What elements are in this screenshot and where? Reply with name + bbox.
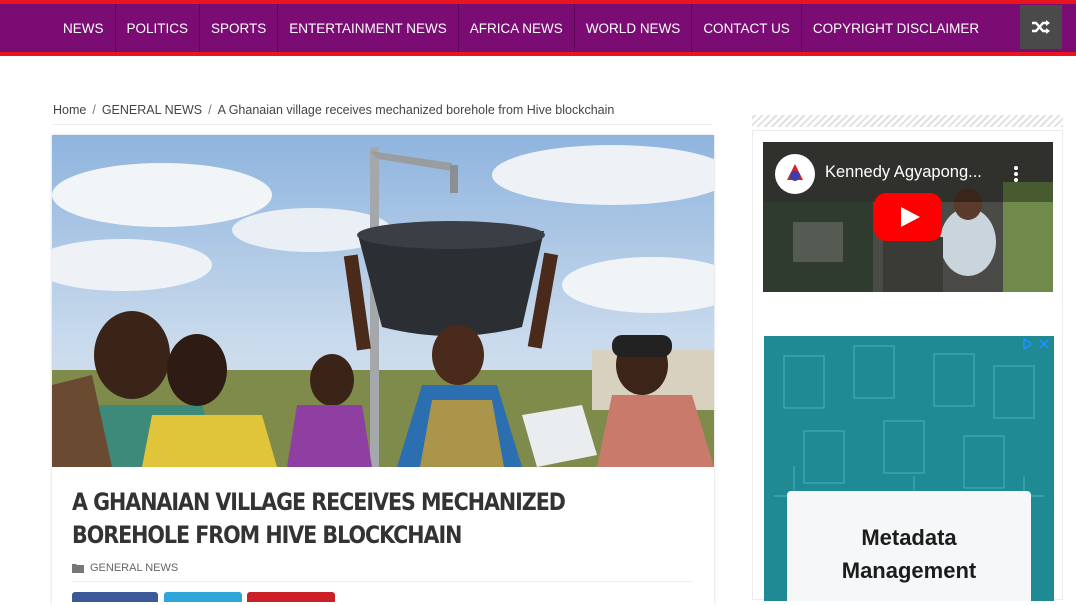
article-meta: GENERAL NEWS (72, 562, 178, 574)
ad-headline-line1: Metadata (861, 525, 957, 550)
ad-card: Metadata Management (787, 491, 1031, 601)
article-title: A Ghanaian village receives mechanized b… (72, 488, 566, 549)
meta-divider (72, 581, 692, 582)
nav-item-contact-us[interactable]: CONTACT US (692, 4, 802, 52)
share-button-pinterest[interactable] (247, 592, 335, 602)
main-navigation: NEWS POLITICS SPORTS ENTERTAINMENT NEWS … (0, 0, 1076, 56)
article-featured-image (52, 135, 714, 467)
breadcrumb-separator: / (208, 103, 212, 117)
breadcrumb-home-link[interactable]: Home (53, 103, 86, 124)
adchoices-icon[interactable] (1021, 338, 1035, 350)
close-icon[interactable] (1038, 338, 1050, 350)
ad-headline-line2: Management (841, 558, 977, 583)
random-article-button[interactable] (1020, 5, 1062, 49)
article-category-link[interactable]: GENERAL NEWS (90, 562, 178, 574)
widget-stripes (752, 115, 1063, 127)
youtube-play-icon[interactable] (874, 193, 942, 241)
share-button-twitter[interactable] (164, 592, 242, 602)
sidebar-widget: Kennedy Agyapong... Metadata Management (752, 130, 1063, 601)
nav-item-world-news[interactable]: WORLD NEWS (575, 4, 693, 52)
shuffle-icon (1032, 20, 1050, 34)
breadcrumb-current-page: A Ghanaian village receives mechanized b… (217, 103, 615, 117)
article-card: A Ghanaian village receives mechanized b… (52, 135, 714, 605)
video-title[interactable]: Kennedy Agyapong... (825, 163, 982, 182)
breadcrumb-category-link[interactable]: GENERAL NEWS (102, 103, 202, 124)
nav-item-entertainment-news[interactable]: ENTERTAINMENT NEWS (278, 4, 459, 52)
more-vertical-icon[interactable] (1013, 165, 1019, 183)
share-button-facebook[interactable] (72, 592, 158, 602)
breadcrumb-separator: / (92, 103, 96, 117)
video-embed[interactable]: Kennedy Agyapong... (763, 142, 1053, 292)
nav-item-sports[interactable]: SPORTS (200, 4, 279, 52)
nav-item-news[interactable]: NEWS (52, 4, 116, 52)
nav-item-politics[interactable]: POLITICS (116, 4, 201, 52)
folder-icon (72, 564, 84, 573)
channel-avatar (775, 154, 815, 194)
nav-menu: NEWS POLITICS SPORTS ENTERTAINMENT NEWS … (52, 4, 990, 52)
nav-item-copyright-disclaimer[interactable]: COPYRIGHT DISCLAIMER (802, 4, 990, 52)
breadcrumb: Home / GENERAL NEWS / A Ghanaian village… (53, 103, 713, 125)
advertisement[interactable]: Metadata Management (764, 336, 1054, 601)
nav-item-africa-news[interactable]: AFRICA NEWS (459, 4, 575, 52)
